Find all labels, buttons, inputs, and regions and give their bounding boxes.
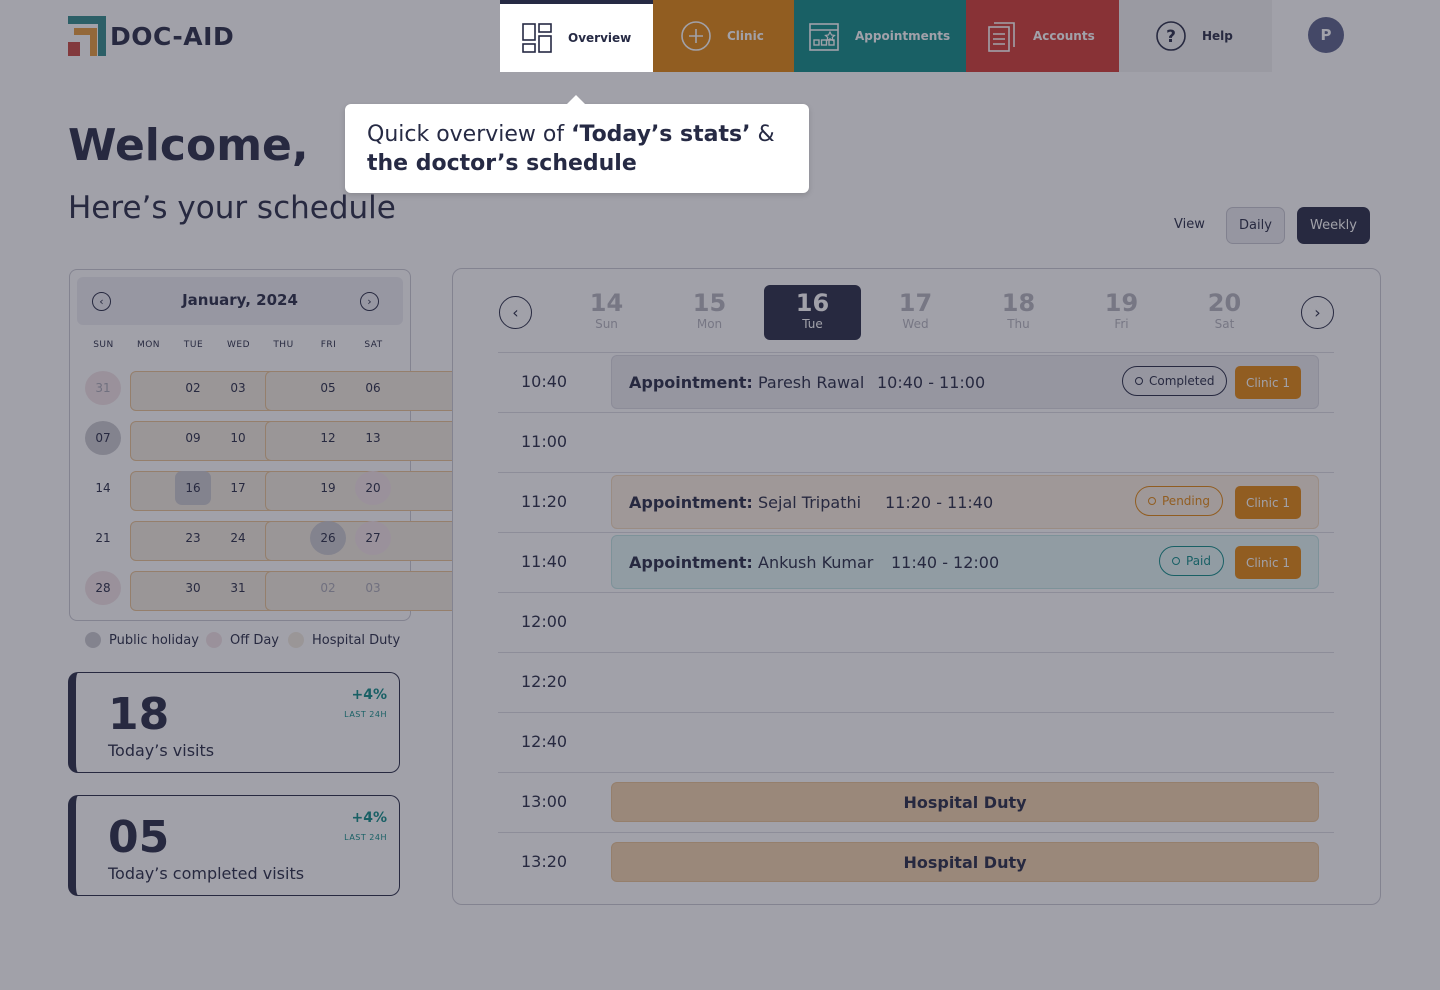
tooltip-text: Quick overview of bbox=[367, 122, 572, 147]
tab-overview[interactable]: Overview bbox=[500, 0, 653, 72]
tooltip-emphasis: the doctor’s schedule bbox=[367, 151, 637, 176]
tooltip-emphasis: ‘Today’s stats’ bbox=[571, 122, 751, 147]
tab-overview-label: Overview bbox=[568, 31, 632, 45]
overview-icon bbox=[520, 21, 554, 55]
onboarding-tooltip: Quick overview of ‘Today’s stats’ & the … bbox=[345, 95, 809, 193]
tooltip-text: & bbox=[750, 122, 775, 147]
